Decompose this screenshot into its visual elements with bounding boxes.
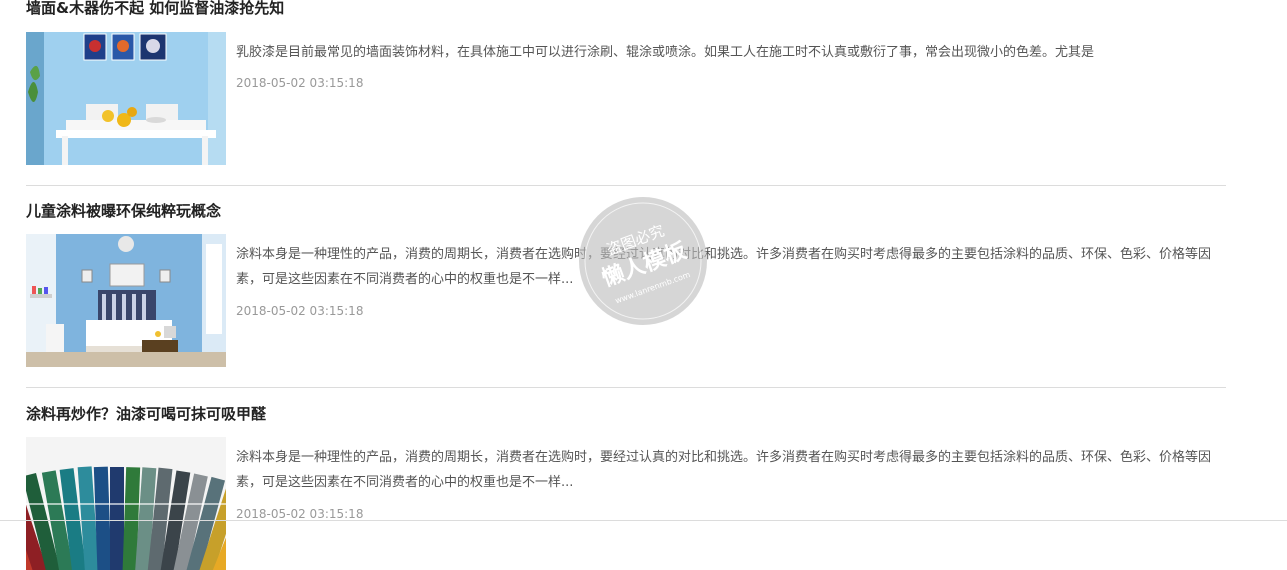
article-summary: 涂料本身是一种理性的产品，消费的周期长，消费者在选购时，要经过认真的对比和挑选。…: [236, 450, 1212, 490]
article-summary: 乳胶漆是目前最常见的墙面装饰材料，在具体施工中可以进行涂刷、辊涂或喷涂。如果工人…: [236, 45, 1095, 60]
article-title[interactable]: 涂料再炒作？油漆可喝可抹可吸甲醛: [26, 404, 266, 424]
article-item[interactable]: 儿童涂料被曝环保纯粹玩概念 涂料本身是一种理性的产品，消费的周期长，消费者在选购…: [26, 186, 1226, 388]
article-summary: 涂料本身是一种理性的产品，消费的周期长，消费者在选购时，要经过认真的对比和挑选。…: [236, 247, 1212, 287]
article-item[interactable]: 墙面&木器伤不起 如何监督油漆抢先知 乳胶漆是目前最常见的墙面装饰材料，在具体施…: [26, 0, 1226, 186]
article-title[interactable]: 墙面&木器伤不起 如何监督油漆抢先知: [26, 0, 284, 18]
article-title[interactable]: 儿童涂料被曝环保纯粹玩概念: [26, 201, 221, 221]
article-date: 2018-05-02 03:15:18: [236, 507, 364, 521]
bedroom-image[interactable]: [26, 234, 226, 367]
color-swatch-fan-image[interactable]: [26, 437, 226, 570]
dining-room-image[interactable]: [26, 32, 226, 165]
article-date: 2018-05-02 03:15:18: [236, 304, 364, 318]
divider: [0, 520, 1287, 521]
article-item[interactable]: 涂料再炒作？油漆可喝可抹可吸甲醛 涂料本身是一种理性的产品，消费的周期长，消费者…: [26, 388, 1226, 570]
article-date: 2018-05-02 03:15:18: [236, 76, 364, 90]
